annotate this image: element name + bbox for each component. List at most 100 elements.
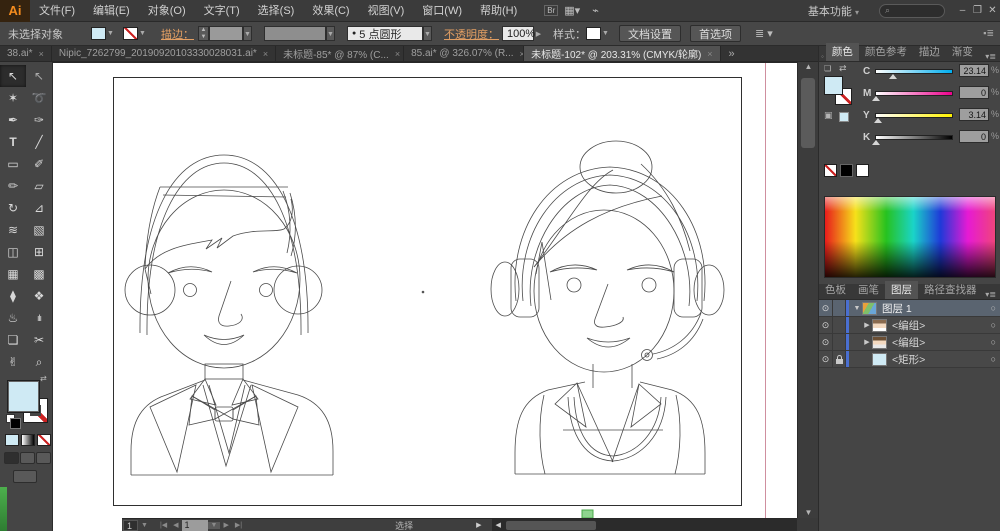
width-tool[interactable]: ≋ xyxy=(0,219,26,241)
tab-color[interactable]: 颜色 xyxy=(825,43,859,61)
panel-menu-icon[interactable]: ▾≣ xyxy=(985,52,1000,61)
default-fill-stroke-icon[interactable] xyxy=(6,414,21,429)
black-value-field[interactable]: 0 xyxy=(959,130,989,143)
lock-cell[interactable] xyxy=(833,334,846,350)
color-spectrum[interactable] xyxy=(824,196,996,278)
artboard-number-field[interactable]: 1 xyxy=(181,519,208,531)
layer-row[interactable]: ⊙ <矩形> ○ xyxy=(819,351,1000,368)
cs-live-icon[interactable]: ⌁ xyxy=(586,4,605,17)
menu-type[interactable]: 文字(T) xyxy=(195,0,249,22)
prev-artboard-icon[interactable]: ◀ xyxy=(170,521,181,529)
chevron-right-icon[interactable]: ▶ xyxy=(473,521,484,529)
canvas[interactable] xyxy=(53,62,797,531)
magenta-value-field[interactable]: 0 xyxy=(959,86,989,99)
layer-name[interactable]: <编组> xyxy=(892,318,925,333)
yellow-value-field[interactable]: 3.14 xyxy=(959,108,989,121)
chevron-down-icon[interactable]: ▼ xyxy=(138,522,151,529)
layer-row[interactable]: ⊙ ▶ <编组> ○ xyxy=(819,317,1000,334)
tab-color-guide[interactable]: 颜色参考 xyxy=(859,43,913,61)
chevron-down-icon[interactable]: ▼ xyxy=(138,30,147,37)
menu-edit[interactable]: 编辑(E) xyxy=(84,0,139,22)
tab-overflow-icon[interactable]: » xyxy=(729,46,735,61)
menu-file[interactable]: 文件(F) xyxy=(30,0,84,22)
panel-menu-icon[interactable]: ▾≣ xyxy=(985,290,1000,299)
minimize-button[interactable]: – xyxy=(955,5,970,16)
menu-window[interactable]: 窗口(W) xyxy=(413,0,471,22)
next-artboard-icon[interactable]: ▶ xyxy=(220,521,231,529)
opacity-link[interactable]: 不透明度： xyxy=(444,26,499,42)
close-icon[interactable]: × xyxy=(707,49,712,59)
magenta-slider-track[interactable] xyxy=(875,91,953,96)
draw-inside-button[interactable] xyxy=(36,452,51,464)
chevron-down-icon[interactable]: ▼ xyxy=(207,521,221,529)
close-button[interactable]: ✕ xyxy=(985,5,1000,16)
rotate-tool[interactable]: ↻ xyxy=(0,197,26,219)
scroll-left-icon[interactable]: ◀ xyxy=(492,521,503,529)
menu-help[interactable]: 帮助(H) xyxy=(471,0,526,22)
close-icon[interactable]: × xyxy=(39,49,44,59)
opacity-value[interactable]: 100% xyxy=(502,26,535,41)
chevron-down-icon[interactable]: ▼ xyxy=(326,26,335,41)
target-circle-icon[interactable]: ○ xyxy=(991,337,996,347)
yellow-slider-track[interactable] xyxy=(875,113,953,118)
scrollbar-thumb[interactable] xyxy=(505,520,596,530)
draw-behind-button[interactable] xyxy=(20,452,35,464)
cyan-slider-track[interactable] xyxy=(875,69,953,74)
doc-tab[interactable]: 38.ai* × xyxy=(0,46,52,61)
last-artboard-icon[interactable]: ▶| xyxy=(232,521,245,529)
stroke-weight-value[interactable] xyxy=(209,26,243,41)
restore-button[interactable]: ❐ xyxy=(970,5,985,16)
stroke-weight-stepper[interactable]: ▲ ▼ xyxy=(198,26,209,41)
variable-width-profile[interactable] xyxy=(264,26,326,41)
magic-wand-tool[interactable]: ✶ xyxy=(0,87,26,109)
paintbrush-tool[interactable]: ✐ xyxy=(26,153,52,175)
blend-tool[interactable]: ❖ xyxy=(26,285,52,307)
mesh-tool[interactable]: ▦ xyxy=(0,263,26,285)
vertical-scrollbar[interactable]: ▲ ▼ xyxy=(797,62,818,518)
column-graph-tool[interactable]: ılı xyxy=(26,307,52,329)
menu-select[interactable]: 选择(S) xyxy=(249,0,304,22)
white-swatch[interactable] xyxy=(856,164,869,177)
panel-menu-icon[interactable]: ▪≣ xyxy=(983,28,994,39)
workspace-switcher[interactable]: 基本功能 ▾ xyxy=(802,3,865,19)
layer-name[interactable]: <编组> xyxy=(892,335,925,350)
slider-handle[interactable] xyxy=(874,118,882,123)
slice-tool[interactable]: ✂ xyxy=(26,329,52,351)
fill-color-swatch[interactable] xyxy=(91,27,106,40)
cyan-value-field[interactable]: 23.14 xyxy=(959,64,989,77)
doc-tab[interactable]: 85.ai* @ 326.07% (R...× xyxy=(404,46,525,61)
chevron-down-icon[interactable]: ▼ xyxy=(852,305,862,312)
scrollbar-thumb[interactable] xyxy=(801,78,815,148)
free-transform-tool[interactable]: ▧ xyxy=(26,219,52,241)
eyedropper-tool[interactable]: ⧫ xyxy=(0,285,26,307)
gradient-tool[interactable]: ▩ xyxy=(26,263,52,285)
menu-view[interactable]: 视图(V) xyxy=(359,0,414,22)
lasso-tool[interactable]: ➰ xyxy=(26,87,52,109)
perspective-grid-tool[interactable]: ⊞ xyxy=(26,241,52,263)
document-setup-button[interactable]: 文档设置 xyxy=(619,25,681,42)
gradient-mode-button[interactable] xyxy=(21,434,35,446)
chevron-down-icon[interactable]: ▼ xyxy=(106,30,115,37)
bridge-icon[interactable]: Br xyxy=(544,5,559,16)
style-swatch[interactable] xyxy=(586,27,601,40)
stroke-link[interactable]: 描边： xyxy=(161,26,194,42)
pen-tool[interactable]: ✒ xyxy=(0,109,26,131)
visibility-eye-icon[interactable]: ⊙ xyxy=(819,334,833,350)
none-mode-button[interactable] xyxy=(37,434,51,446)
target-circle-icon[interactable]: ○ xyxy=(991,303,996,313)
screen-mode-button[interactable] xyxy=(13,470,37,483)
fill-proxy-swatch[interactable] xyxy=(824,76,843,95)
scroll-up-icon[interactable]: ▲ xyxy=(798,62,819,71)
layer-name[interactable]: <矩形> xyxy=(892,352,925,367)
pencil-tool[interactable]: ✏ xyxy=(0,175,26,197)
chevron-right-icon[interactable]: ▶ xyxy=(862,338,872,346)
swap-fill-stroke-icon[interactable]: ⇄ xyxy=(40,374,47,383)
lock-cell[interactable] xyxy=(833,300,846,316)
close-icon[interactable]: × xyxy=(263,49,268,59)
chevron-right-icon[interactable]: ▶ xyxy=(534,30,543,38)
lock-icon[interactable] xyxy=(833,351,846,367)
chevron-down-icon[interactable]: ▼ xyxy=(423,26,432,41)
horizontal-scrollbar[interactable]: ◀ xyxy=(492,518,797,531)
target-circle-icon[interactable]: ○ xyxy=(991,320,996,330)
doc-tab[interactable]: 未标题-85* @ 87% (C... × xyxy=(276,46,405,61)
